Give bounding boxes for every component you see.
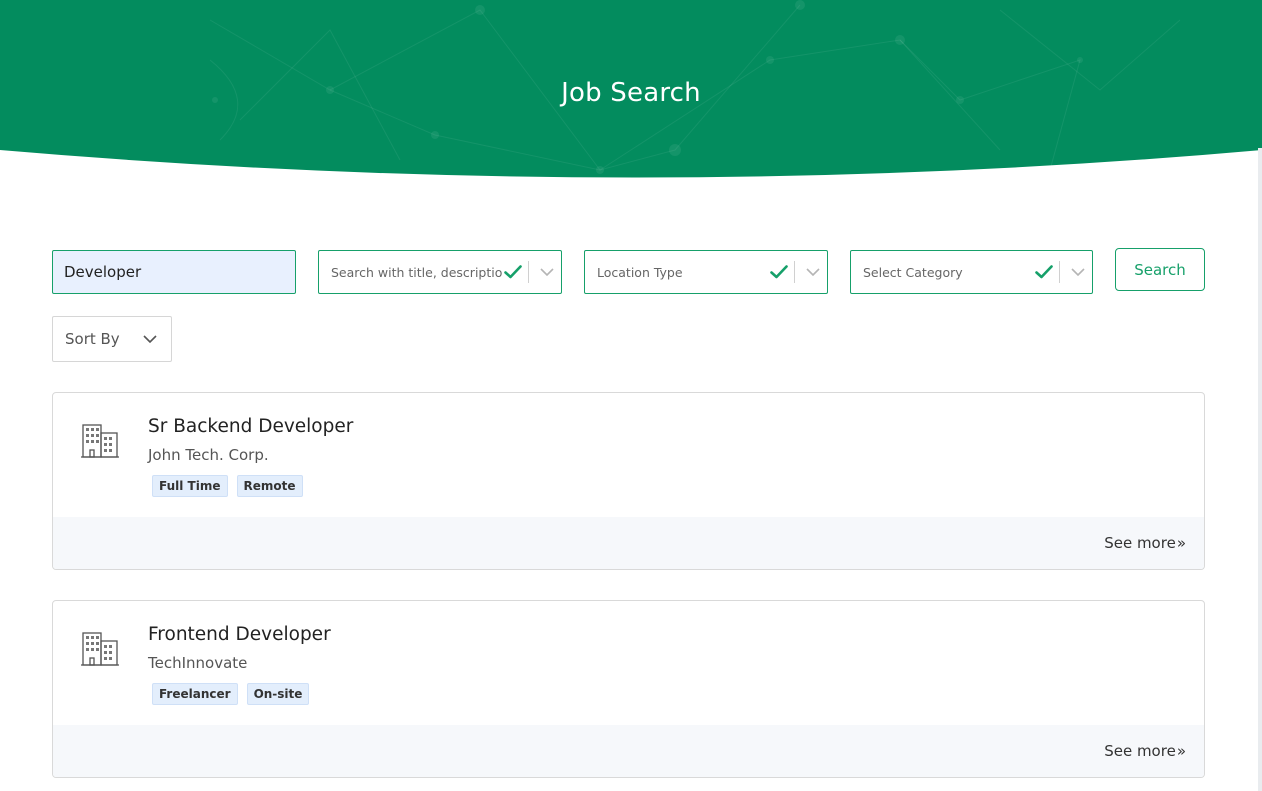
select-divider [794, 261, 795, 283]
check-icon [768, 261, 790, 283]
scrollbar-track[interactable] [1258, 148, 1262, 791]
building-icon [79, 419, 121, 461]
tag-badge: On-site [246, 683, 310, 705]
chevron-down-icon[interactable] [533, 261, 561, 283]
keyword-input[interactable] [53, 251, 295, 293]
search-filter-select[interactable]: Search with title, description [318, 250, 562, 294]
search-button[interactable]: Search [1115, 248, 1205, 291]
tag-badge: Freelancer [152, 683, 238, 705]
job-title[interactable]: Frontend Developer [148, 624, 331, 645]
tag-badge: Remote [236, 475, 303, 497]
sort-by-dropdown[interactable]: Sort By [52, 316, 172, 362]
chevron-down-icon [143, 331, 157, 351]
chevron-down-icon[interactable] [799, 261, 827, 283]
tag-badge: Full Time [152, 475, 228, 497]
company-name: John Tech. Corp. [148, 446, 269, 464]
page-title: Job Search [561, 78, 701, 108]
company-name: TechInnovate [148, 654, 248, 672]
category-text: Select Category [863, 264, 963, 280]
job-card: Frontend Developer TechInnovate Freelanc… [52, 600, 1205, 778]
job-card: Sr Backend Developer John Tech. Corp. Fu… [52, 392, 1205, 570]
category-select[interactable]: Select Category [850, 250, 1093, 294]
check-icon [1033, 261, 1055, 283]
job-tags: Full Time Remote [152, 475, 303, 497]
search-filter-text: Search with title, description [331, 264, 502, 280]
page-header: Job Search [0, 0, 1262, 200]
double-chevron-right-icon: » [1176, 742, 1186, 760]
see-more-link[interactable]: See more» [1104, 742, 1186, 760]
double-chevron-right-icon: » [1176, 534, 1186, 552]
building-icon [79, 627, 121, 669]
location-type-select[interactable]: Location Type [584, 250, 828, 294]
select-divider [1059, 261, 1060, 283]
see-more-label: See more [1104, 742, 1176, 760]
card-footer: See more» [53, 725, 1204, 777]
location-type-text: Location Type [597, 264, 683, 280]
check-icon [502, 261, 524, 283]
see-more-label: See more [1104, 534, 1176, 552]
see-more-link[interactable]: See more» [1104, 534, 1186, 552]
job-title[interactable]: Sr Backend Developer [148, 416, 353, 437]
select-divider [528, 261, 529, 283]
sort-by-label: Sort By [65, 330, 120, 348]
chevron-down-icon[interactable] [1064, 261, 1092, 283]
job-tags: Freelancer On-site [152, 683, 310, 705]
card-footer: See more» [53, 517, 1204, 569]
keyword-field[interactable] [52, 250, 296, 294]
